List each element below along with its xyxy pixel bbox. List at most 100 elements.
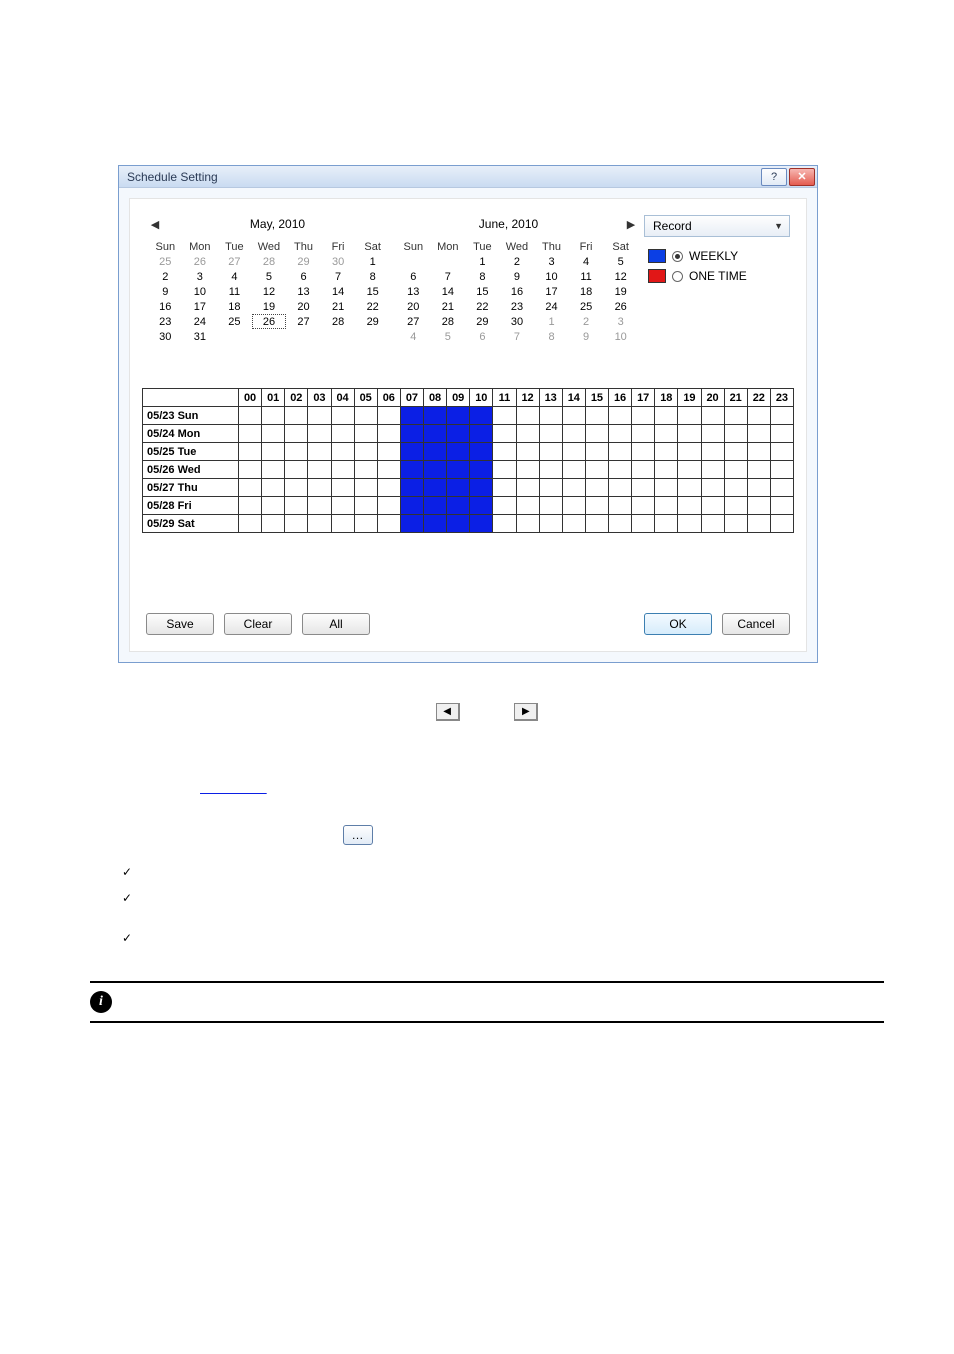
schedule-cell[interactable] — [354, 461, 377, 479]
schedule-cell[interactable] — [724, 425, 747, 443]
calendar-day[interactable]: 8 — [534, 329, 569, 344]
calendar-day[interactable]: 14 — [431, 284, 466, 299]
schedule-cell[interactable] — [331, 479, 354, 497]
schedule-cell[interactable] — [516, 443, 539, 461]
schedule-cell[interactable] — [285, 461, 308, 479]
schedule-cell[interactable] — [331, 461, 354, 479]
schedule-cell[interactable] — [424, 461, 447, 479]
schedule-cell[interactable] — [678, 407, 701, 425]
schedule-cell[interactable] — [354, 497, 377, 515]
schedule-cell[interactable] — [747, 425, 770, 443]
calendar-day[interactable]: 6 — [396, 269, 431, 284]
schedule-cell[interactable] — [747, 407, 770, 425]
clear-button[interactable]: Clear — [224, 613, 292, 635]
schedule-cell[interactable] — [678, 443, 701, 461]
schedule-cell[interactable] — [400, 515, 423, 533]
schedule-cell[interactable] — [470, 443, 493, 461]
schedule-cell[interactable] — [585, 479, 608, 497]
schedule-grid[interactable]: 0001020304050607080910111213141516171819… — [142, 388, 794, 533]
calendar-day[interactable]: 28 — [321, 314, 356, 329]
onetime-radio[interactable] — [672, 271, 683, 282]
schedule-cell[interactable] — [562, 479, 585, 497]
calendar-day[interactable]: 2 — [148, 269, 183, 284]
schedule-cell[interactable] — [400, 407, 423, 425]
schedule-cell[interactable] — [285, 515, 308, 533]
schedule-cell[interactable] — [308, 497, 331, 515]
schedule-cell[interactable] — [678, 425, 701, 443]
schedule-cell[interactable] — [516, 479, 539, 497]
schedule-cell[interactable] — [493, 407, 516, 425]
schedule-cell[interactable] — [400, 479, 423, 497]
schedule-cell[interactable] — [632, 479, 655, 497]
schedule-cell[interactable] — [239, 425, 262, 443]
schedule-cell[interactable] — [678, 479, 701, 497]
calendar-day[interactable]: 27 — [396, 314, 431, 329]
schedule-cell[interactable] — [377, 407, 400, 425]
schedule-cell[interactable] — [701, 479, 724, 497]
schedule-cell[interactable] — [377, 515, 400, 533]
schedule-cell[interactable] — [539, 407, 562, 425]
schedule-cell[interactable] — [609, 461, 632, 479]
schedule-cell[interactable] — [632, 497, 655, 515]
calendar-day[interactable]: 7 — [431, 269, 466, 284]
calendar-day[interactable]: 12 — [252, 284, 287, 299]
schedule-cell[interactable] — [747, 443, 770, 461]
schedule-cell[interactable] — [493, 461, 516, 479]
schedule-cell[interactable] — [308, 443, 331, 461]
calendar-day[interactable]: 10 — [183, 284, 218, 299]
ok-button[interactable]: OK — [644, 613, 712, 635]
schedule-cell[interactable] — [585, 515, 608, 533]
schedule-cell[interactable] — [747, 461, 770, 479]
schedule-cell[interactable] — [562, 425, 585, 443]
calendar-day[interactable]: 13 — [396, 284, 431, 299]
schedule-cell[interactable] — [470, 479, 493, 497]
calendar-day[interactable]: 12 — [603, 269, 638, 284]
calendar-day[interactable]: 3 — [183, 269, 218, 284]
schedule-cell[interactable] — [678, 461, 701, 479]
schedule-cell[interactable] — [609, 443, 632, 461]
schedule-cell[interactable] — [724, 497, 747, 515]
schedule-cell[interactable] — [678, 515, 701, 533]
schedule-cell[interactable] — [539, 461, 562, 479]
schedule-cell[interactable] — [585, 407, 608, 425]
schedule-cell[interactable] — [609, 497, 632, 515]
schedule-cell[interactable] — [724, 407, 747, 425]
schedule-cell[interactable] — [770, 425, 793, 443]
schedule-cell[interactable] — [308, 479, 331, 497]
schedule-cell[interactable] — [285, 497, 308, 515]
calendar-day[interactable]: 15 — [465, 284, 500, 299]
calendar-day[interactable]: 21 — [321, 299, 356, 314]
schedule-cell[interactable] — [308, 461, 331, 479]
calendar-day[interactable]: 5 — [603, 254, 638, 269]
schedule-cell[interactable] — [239, 443, 262, 461]
calendar-day[interactable] — [355, 329, 390, 344]
calendar-day[interactable]: 15 — [355, 284, 390, 299]
calendar-day[interactable]: 23 — [148, 314, 183, 329]
calendar-day[interactable]: 19 — [603, 284, 638, 299]
schedule-cell[interactable] — [770, 443, 793, 461]
schedule-cell[interactable] — [609, 407, 632, 425]
schedule-cell[interactable] — [285, 425, 308, 443]
schedule-cell[interactable] — [493, 479, 516, 497]
calendar-day[interactable]: 24 — [534, 299, 569, 314]
schedule-cell[interactable] — [493, 425, 516, 443]
schedule-cell[interactable] — [262, 443, 285, 461]
schedule-cell[interactable] — [447, 497, 470, 515]
schedule-cell[interactable] — [262, 497, 285, 515]
calendar-day[interactable]: 9 — [569, 329, 604, 344]
next-month-button[interactable]: ▶ — [624, 218, 638, 231]
calendar-day[interactable]: 1 — [534, 314, 569, 329]
calendar-day[interactable]: 8 — [465, 269, 500, 284]
schedule-cell[interactable] — [655, 461, 678, 479]
schedule-cell[interactable] — [632, 461, 655, 479]
schedule-cell[interactable] — [424, 425, 447, 443]
calendar-day[interactable]: 28 — [252, 254, 287, 269]
schedule-cell[interactable] — [609, 479, 632, 497]
calendar-day[interactable]: 25 — [569, 299, 604, 314]
calendar-day[interactable]: 29 — [286, 254, 321, 269]
help-button[interactable]: ? — [761, 168, 787, 186]
calendar-right[interactable]: SunMonTueWedThuFriSat1234567891011121314… — [396, 239, 638, 344]
calendar-day[interactable]: 9 — [148, 284, 183, 299]
calendar-day[interactable]: 5 — [252, 269, 287, 284]
schedule-cell[interactable] — [331, 425, 354, 443]
